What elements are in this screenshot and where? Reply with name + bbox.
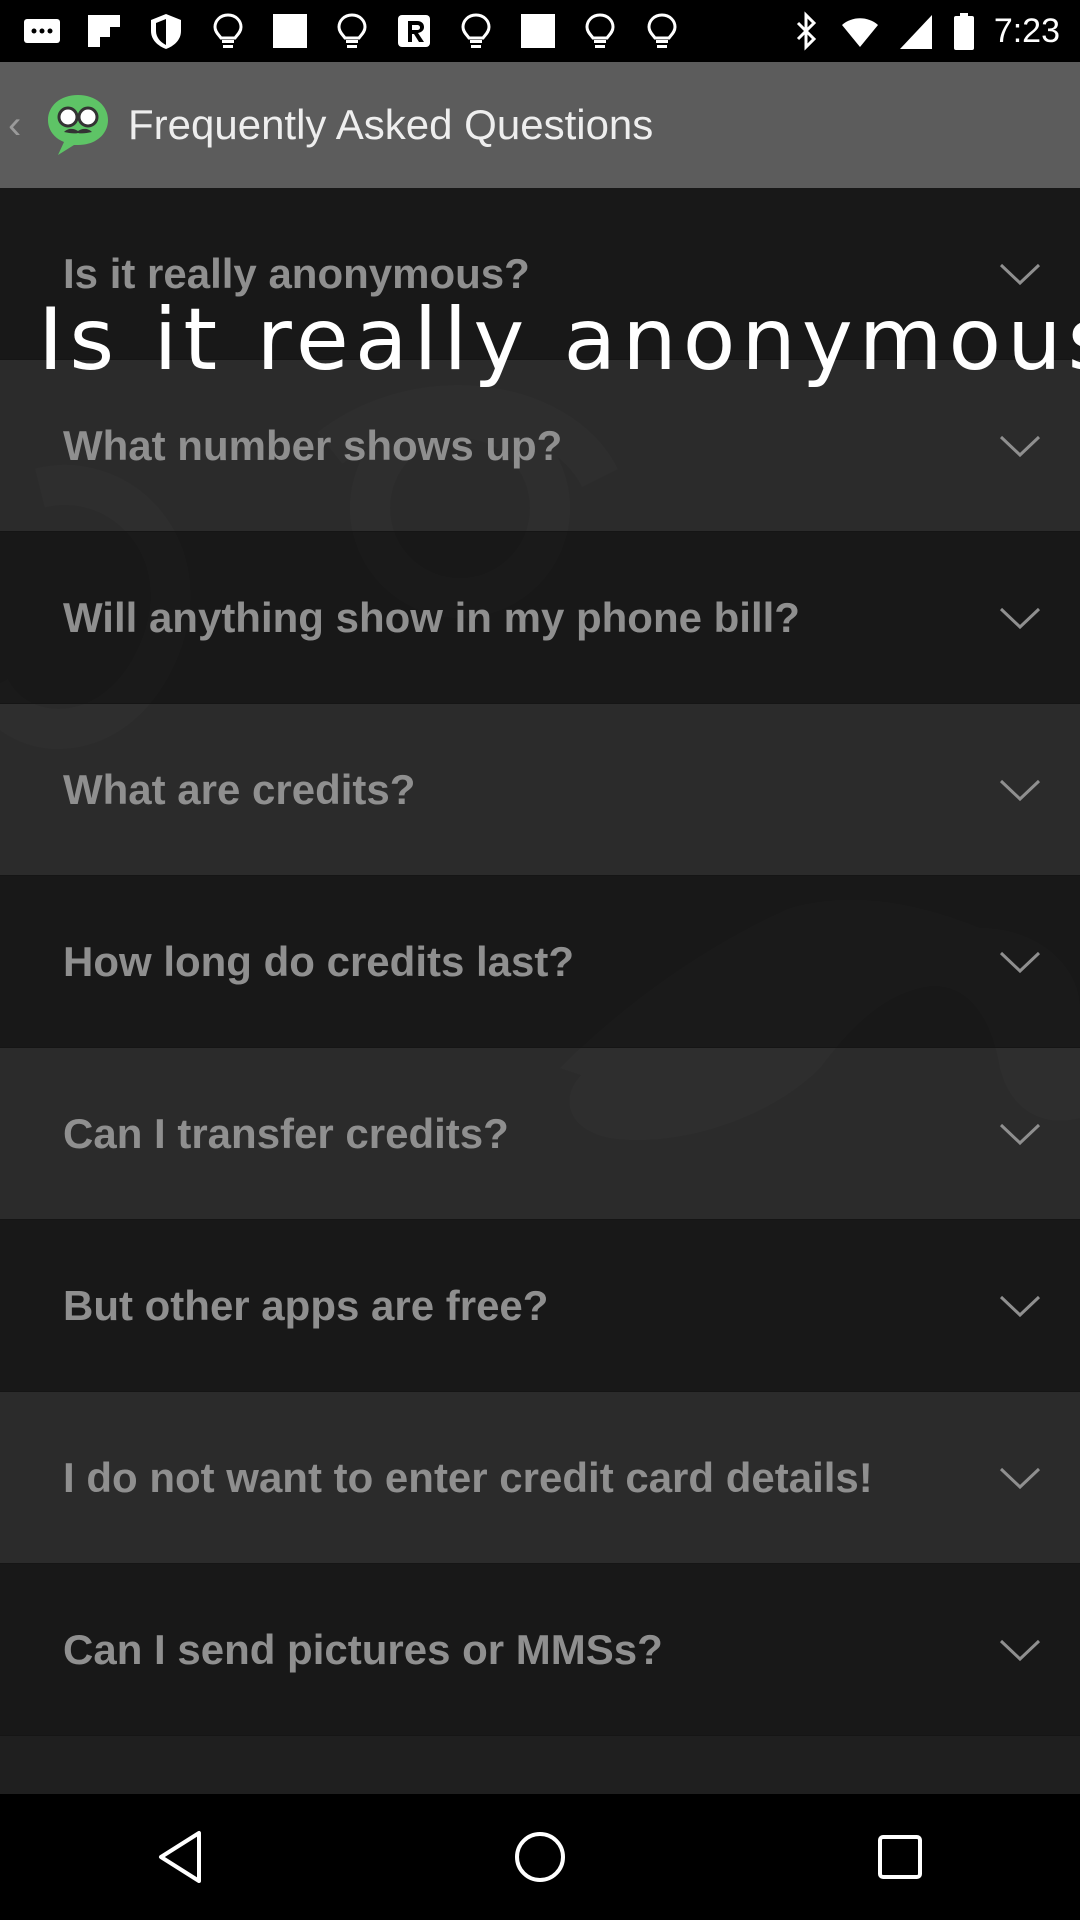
image-icon <box>273 14 307 48</box>
lightbulb-icon <box>585 13 615 48</box>
faq-question: But other apps are free? <box>63 1281 549 1329</box>
signal-icon <box>899 15 932 49</box>
faq-question: What are credits? <box>63 765 416 813</box>
back-chevron-icon[interactable]: ‹ <box>8 103 38 148</box>
lightbulb-icon <box>461 13 491 48</box>
chevron-down-icon[interactable] <box>998 605 1042 631</box>
faq-item[interactable]: How long do credits last? <box>0 876 1080 1048</box>
chevron-down-icon[interactable] <box>998 1121 1042 1147</box>
app-bar: ‹ Frequently Asked Questions <box>0 62 1080 190</box>
system-status: 7:23 <box>792 0 1060 62</box>
chevron-down-icon[interactable] <box>998 949 1042 975</box>
clock-time: 7:23 <box>993 11 1060 50</box>
image-icon <box>521 14 555 48</box>
battery-icon <box>953 13 974 50</box>
chevron-down-icon[interactable] <box>998 777 1042 803</box>
faq-question: What number shows up? <box>63 421 563 469</box>
overlay-caption: Is it really anonymous <box>38 290 1080 390</box>
recents-button[interactable] <box>840 1807 960 1907</box>
page-title: Frequently Asked Questions <box>128 101 654 148</box>
faq-question: Can I send pictures or MMSs? <box>63 1625 663 1673</box>
flipboard-icon <box>88 15 120 47</box>
faq-item[interactable]: Can I send pictures or MMSs? <box>0 1564 1080 1736</box>
status-bar: 7:23 <box>0 0 1080 62</box>
notification-icons <box>0 11 682 51</box>
faq-question: Will anything show in my phone bill? <box>63 593 800 641</box>
app-logo-icon[interactable] <box>42 89 114 161</box>
chevron-down-icon[interactable] <box>998 1465 1042 1491</box>
chevron-down-icon[interactable] <box>998 433 1042 459</box>
r-app-icon <box>398 15 430 47</box>
recents-square-icon <box>878 1835 922 1879</box>
navigation-bar <box>0 1794 1080 1920</box>
faq-item[interactable]: I do not want to enter credit card detai… <box>0 1392 1080 1564</box>
bluetooth-icon <box>796 11 816 51</box>
faq-item[interactable]: Will anything show in my phone bill? <box>0 532 1080 704</box>
messages-icon <box>24 19 60 43</box>
back-triangle-icon <box>159 1831 201 1883</box>
lightbulb-icon <box>337 13 367 48</box>
faq-question: How long do credits last? <box>63 937 575 985</box>
chevron-down-icon[interactable] <box>998 1637 1042 1663</box>
shield-icon <box>151 14 181 49</box>
faq-item[interactable]: Can I transfer credits? <box>0 1048 1080 1220</box>
lightbulb-icon <box>213 13 243 48</box>
faq-item[interactable]: What are credits? <box>0 704 1080 876</box>
lightbulb-icon <box>647 13 677 48</box>
faq-question: I do not want to enter credit card detai… <box>63 1453 873 1501</box>
home-circle-icon <box>515 1832 565 1882</box>
chevron-down-icon[interactable] <box>998 261 1042 287</box>
faq-list[interactable]: Is it really anonymous? What number show… <box>0 188 1080 1794</box>
chevron-down-icon[interactable] <box>998 1293 1042 1319</box>
faq-question: Can I transfer credits? <box>63 1109 509 1157</box>
wifi-icon <box>841 18 878 47</box>
back-button[interactable] <box>120 1807 240 1907</box>
faq-item[interactable]: But other apps are free? <box>0 1220 1080 1392</box>
home-button[interactable] <box>480 1807 600 1907</box>
